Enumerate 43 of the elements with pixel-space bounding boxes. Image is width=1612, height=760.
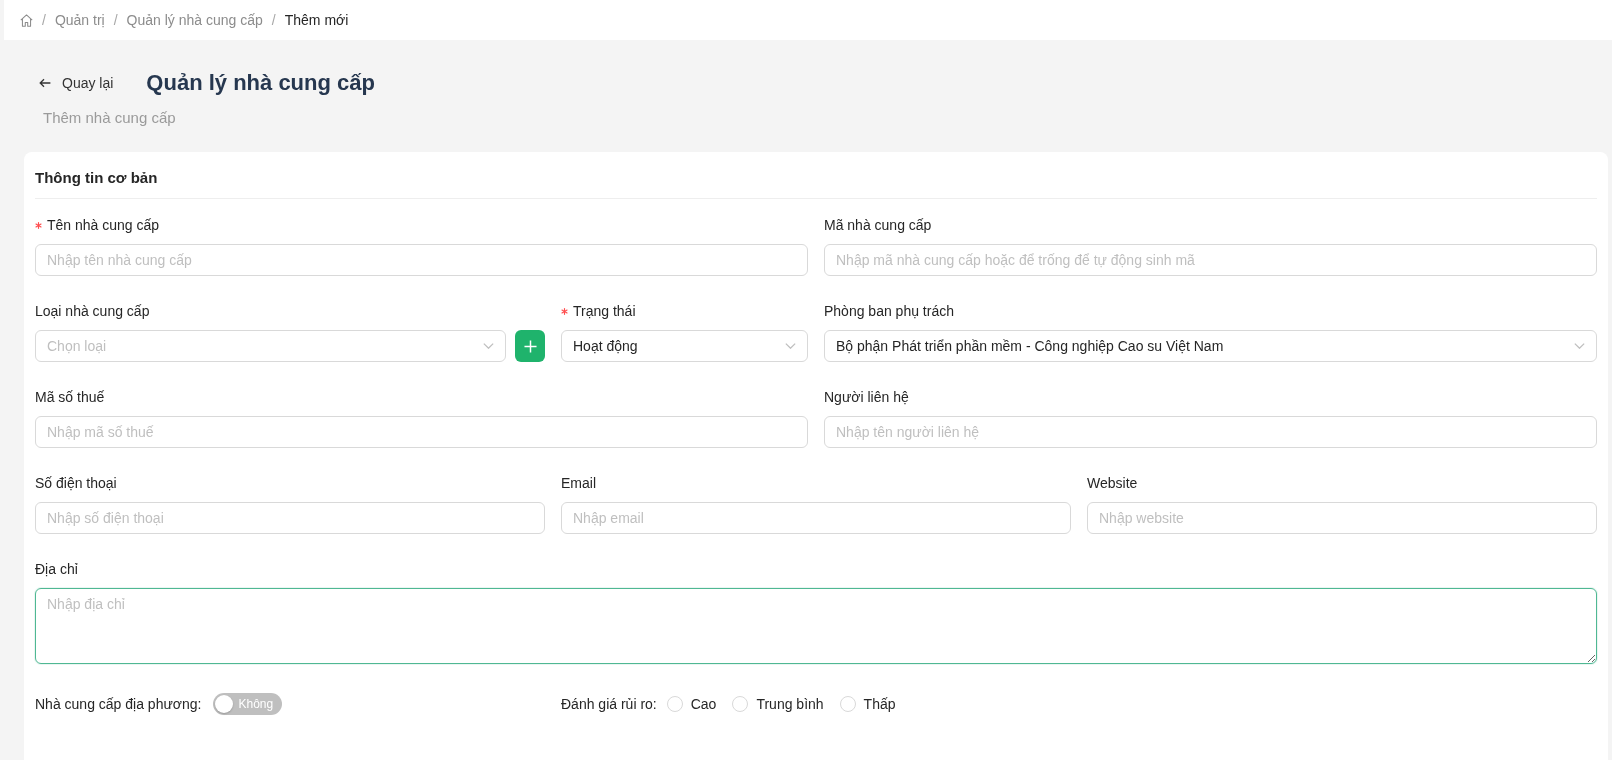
field-label: Nhà cung cấp địa phương: — [35, 696, 202, 712]
current-page-label: Thêm mới — [284, 12, 349, 28]
breadcrumb-separator: / — [271, 12, 276, 28]
field-label: Email — [561, 475, 596, 491]
field-label: Mã số thuế — [35, 389, 105, 405]
section-title: Thông tin cơ bản — [35, 168, 1597, 199]
field-label: Phòng ban phụ trách — [824, 303, 954, 319]
field-label: Trạng thái — [573, 303, 636, 319]
radio-option[interactable]: Trung bình — [732, 696, 824, 712]
field-label: Địa chỉ — [35, 561, 78, 577]
field-label: Đánh giá rủi ro: — [561, 696, 657, 712]
field-label: Tên nhà cung cấp — [47, 217, 160, 233]
field-label: Người liên hệ — [824, 389, 909, 405]
chevron-down-icon — [1574, 343, 1585, 349]
dropdown-field[interactable]: Bộ phận Phát triển phần mềm - Công nghiệp Cao su Việt Nam — [824, 330, 1597, 362]
text-field[interactable]: Nhập tên người liên hệ — [824, 416, 1597, 448]
chevron-down-icon — [785, 343, 796, 349]
field-label: Website — [1087, 475, 1138, 491]
textarea-field[interactable]: Nhập địa chỉ — [35, 588, 1597, 664]
field-label: Mã nhà cung cấp — [824, 217, 932, 233]
breadcrumb-separator: / — [42, 12, 46, 28]
field-label: Số điện thoại — [35, 475, 117, 491]
radio-option[interactable]: Cao — [666, 696, 717, 712]
breadcrumb-separator: / — [113, 12, 118, 28]
chevron-down-icon — [483, 343, 494, 349]
text-field[interactable]: Nhập website — [1087, 502, 1597, 534]
arrow-left-icon — [39, 78, 51, 88]
text-field[interactable]: Nhập số điện thoại — [35, 502, 545, 534]
breadcrumb-link[interactable]: Quản lý nhà cung cấp — [126, 12, 263, 28]
switch-knob-icon — [215, 695, 234, 713]
radio-option[interactable]: Thấp — [839, 696, 896, 712]
text-field[interactable]: Nhập mã nhà cung cấp hoặc để trống để tự động sinh mã — [824, 244, 1597, 276]
add-button[interactable] — [515, 330, 545, 362]
plus-icon — [523, 339, 537, 353]
text-field[interactable]: Nhập email — [561, 502, 1071, 534]
dropdown-field[interactable]: Hoạt động — [561, 330, 808, 362]
page-title: Quản lý nhà cung cấp — [146, 69, 375, 97]
text-field[interactable]: Nhập mã số thuế — [35, 416, 808, 448]
page-subtitle: Thêm nhà cung cấp — [43, 108, 176, 128]
field-label: Loại nhà cung cấp — [35, 303, 150, 319]
text-field[interactable]: Nhập tên nhà cung cấp — [35, 244, 808, 276]
back-link[interactable]: Quay lại — [39, 75, 114, 91]
home-icon[interactable] — [20, 13, 33, 27]
